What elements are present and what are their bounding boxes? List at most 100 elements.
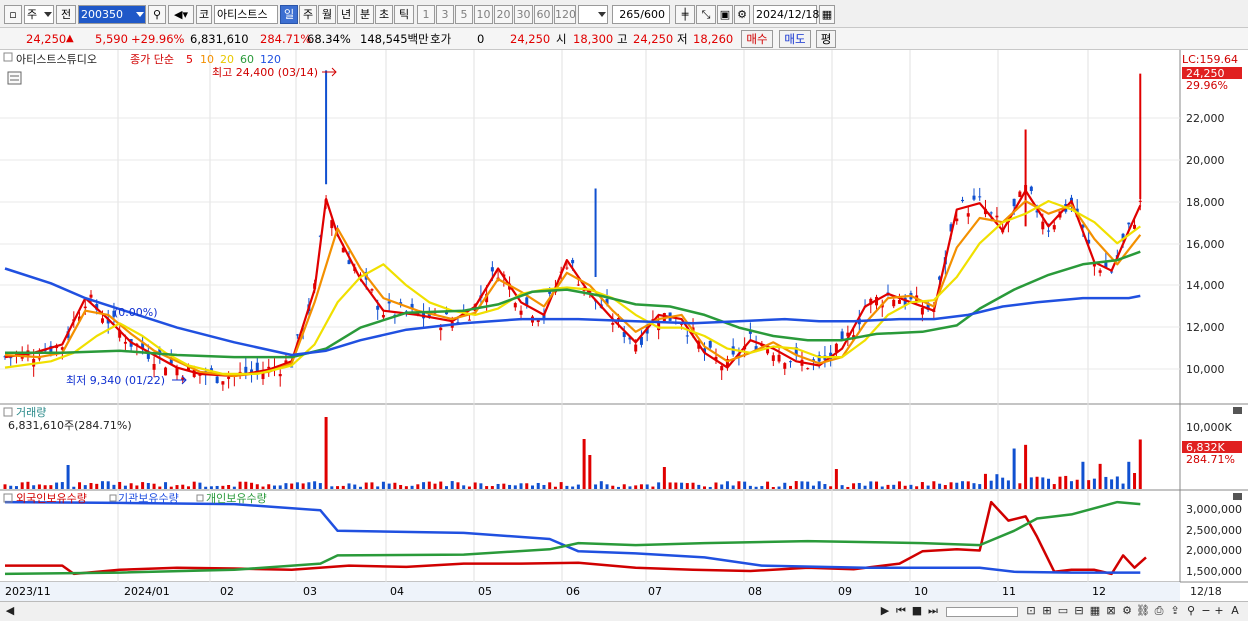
candle-body bbox=[897, 299, 901, 304]
price-tick: 16,000 bbox=[1186, 238, 1225, 251]
minus-icon[interactable]: − bbox=[1200, 604, 1212, 620]
tab-second[interactable]: 초 bbox=[375, 5, 393, 24]
volume-bar bbox=[485, 486, 489, 489]
volume-bar bbox=[1075, 479, 1079, 489]
date-field[interactable]: 2024/12/18 bbox=[753, 5, 819, 24]
volume-bar bbox=[840, 485, 844, 489]
volume-bar bbox=[215, 485, 219, 489]
interval-60[interactable]: 60 bbox=[534, 5, 553, 24]
tab-day[interactable]: 일 bbox=[280, 5, 298, 24]
count-field[interactable]: 265/600 bbox=[612, 5, 670, 24]
volume-bar bbox=[14, 486, 18, 489]
interval-3[interactable]: 3 bbox=[436, 5, 454, 24]
volume-bar bbox=[823, 484, 827, 489]
interval-30[interactable]: 30 bbox=[514, 5, 533, 24]
tab-month[interactable]: 월 bbox=[318, 5, 336, 24]
panel-close-icon[interactable] bbox=[1233, 493, 1242, 500]
volume-bar bbox=[789, 485, 793, 489]
candle-body bbox=[1133, 224, 1137, 229]
stop-icon[interactable]: ■ bbox=[910, 604, 924, 620]
eval-button[interactable]: 평 bbox=[816, 30, 836, 48]
interval-120[interactable]: 120 bbox=[554, 5, 576, 24]
font-size-icon[interactable]: A bbox=[1228, 604, 1242, 620]
print-icon[interactable]: ⎙ bbox=[1152, 604, 1166, 620]
stock-code-input[interactable]: 200350 bbox=[78, 5, 146, 24]
scroll-bar[interactable]: ◀ ▶ ⏮ ■ ⏭ ⊡ ⊞ ▭ ⊟ ▦ ⊠ ⚙ ⛓ ⎙ ⇪ ⚲ − + A bbox=[0, 601, 1248, 621]
x-tick: 07 bbox=[648, 585, 662, 598]
interval-1[interactable]: 1 bbox=[417, 5, 435, 24]
volume-bar bbox=[1081, 461, 1085, 489]
panel-close-icon[interactable] bbox=[1233, 407, 1242, 414]
tab-tick[interactable]: 틱 bbox=[394, 5, 414, 24]
candle-body bbox=[381, 314, 385, 318]
link-icon[interactable]: ⛓ bbox=[1136, 604, 1150, 620]
candle-body bbox=[989, 212, 993, 214]
period-select[interactable]: 주 bbox=[24, 5, 54, 24]
volume-bar bbox=[250, 482, 254, 489]
layout-icon[interactable]: ⊞ bbox=[1040, 604, 1054, 620]
x-tick: 03 bbox=[303, 585, 317, 598]
candle-body bbox=[490, 267, 494, 272]
candle-icon[interactable]: ╪ bbox=[675, 5, 695, 24]
save-icon[interactable]: ▣ bbox=[717, 5, 733, 24]
interval-dropdown[interactable] bbox=[578, 5, 608, 24]
volume-bar bbox=[1121, 483, 1125, 489]
candle-body bbox=[1029, 186, 1033, 191]
volume-bar bbox=[714, 482, 718, 489]
window-icon[interactable]: ▫ bbox=[4, 5, 22, 24]
tab-week[interactable]: 주 bbox=[299, 5, 317, 24]
volume-bar bbox=[60, 482, 64, 489]
play-icon[interactable]: ▶ bbox=[878, 604, 892, 620]
buy-button[interactable]: 매수 bbox=[741, 30, 773, 48]
interval-20[interactable]: 20 bbox=[494, 5, 513, 24]
rewind-icon[interactable]: ⏮ bbox=[894, 604, 908, 620]
speaker-icon[interactable]: ◀▾ bbox=[168, 5, 194, 24]
interval-5[interactable]: 5 bbox=[455, 5, 473, 24]
zoom-icon[interactable]: ⊡ bbox=[1024, 604, 1038, 620]
lock-icon[interactable]: ⊠ bbox=[1104, 604, 1118, 620]
export-icon[interactable]: ⇪ bbox=[1168, 604, 1182, 620]
prev-button[interactable]: 전 bbox=[56, 5, 76, 24]
plus-icon[interactable]: + bbox=[1213, 604, 1225, 620]
panel-icon[interactable]: ▭ bbox=[1056, 604, 1070, 620]
split-icon[interactable]: ⊟ bbox=[1072, 604, 1086, 620]
grid-icon[interactable]: ▦ bbox=[1088, 604, 1102, 620]
sell-button[interactable]: 매도 bbox=[779, 30, 811, 48]
volume-bar bbox=[267, 484, 271, 489]
scroll-left-icon[interactable]: ◀ bbox=[4, 604, 16, 620]
volume-bar bbox=[318, 483, 322, 489]
volume-bar bbox=[261, 486, 265, 489]
calendar-icon[interactable]: ▦ bbox=[819, 5, 835, 24]
volume-bar bbox=[886, 484, 890, 489]
volume-bar bbox=[576, 484, 580, 489]
volume-bar bbox=[238, 481, 242, 489]
zoom-slider[interactable] bbox=[946, 607, 1018, 617]
volume-bar bbox=[9, 485, 13, 489]
volume-bar bbox=[112, 484, 116, 489]
table-icon[interactable] bbox=[7, 71, 22, 85]
volume-bar bbox=[100, 481, 104, 489]
volume-bar bbox=[1133, 473, 1137, 489]
search-icon[interactable]: ⚲ bbox=[1184, 604, 1198, 620]
volume-bar bbox=[955, 482, 959, 489]
legend-box-icon bbox=[109, 494, 117, 502]
volume-bar bbox=[479, 483, 483, 489]
stock-name-field[interactable]: 아티스트스 bbox=[214, 5, 278, 24]
interval-10[interactable]: 10 bbox=[474, 5, 493, 24]
volume-bar bbox=[118, 481, 122, 489]
search-icon[interactable]: ⚲ bbox=[148, 5, 166, 24]
settings-icon[interactable]: ⚙ bbox=[1120, 604, 1134, 620]
volume-bar bbox=[530, 485, 534, 489]
tab-year[interactable]: 년 bbox=[337, 5, 355, 24]
price-tick: 22,000 bbox=[1186, 112, 1225, 125]
market-label[interactable]: 코 bbox=[196, 5, 212, 24]
volume-bar bbox=[209, 486, 213, 489]
volume-bar bbox=[897, 481, 901, 489]
gear-icon[interactable]: ⚙ bbox=[734, 5, 750, 24]
main-toolbar: ▫ 주 전 200350 ⚲ ◀▾ 코 아티스트스 일 주 월 년 분 초 틱 … bbox=[0, 0, 1248, 28]
line-tool-icon[interactable]: ⤡ bbox=[696, 5, 716, 24]
legend-ma-5: 5 bbox=[186, 53, 193, 66]
volume-bar bbox=[1098, 463, 1102, 489]
forward-icon[interactable]: ⏭ bbox=[926, 604, 940, 620]
tab-minute[interactable]: 분 bbox=[356, 5, 374, 24]
